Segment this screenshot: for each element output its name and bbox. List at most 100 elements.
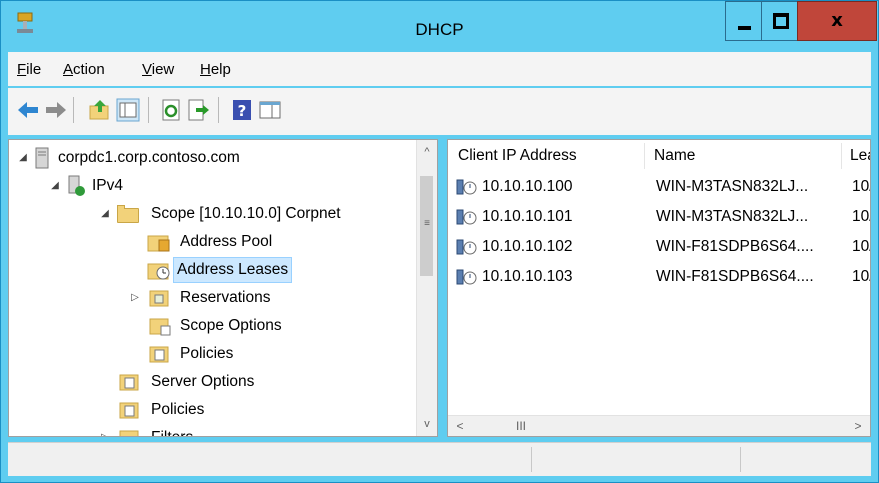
ipv4-icon — [68, 175, 85, 196]
tree-item-policies[interactable]: Policies — [9, 341, 409, 367]
lease-ip: 10.10.10.102 — [482, 238, 573, 255]
show-hide-tree-icon[interactable] — [116, 98, 140, 122]
lease-expiration: 10/ — [852, 238, 870, 255]
forward-arrow-icon[interactable] — [44, 98, 68, 122]
lease-expiration: 10/ — [852, 178, 870, 195]
title-bar[interactable]: DHCP x — [1, 1, 878, 51]
table-row[interactable]: 10.10.10.103 WIN-F81SDPB6S64.... 10/ — [448, 262, 870, 292]
status-divider — [740, 447, 741, 472]
lease-name: WIN-F81SDPB6S64.... — [656, 268, 814, 285]
tree-item-label: Scope Options — [180, 317, 282, 334]
server-options-icon — [119, 374, 139, 391]
scroll-down-icon[interactable]: v — [417, 414, 437, 434]
tree-item-address-pool[interactable]: Address Pool — [9, 229, 409, 255]
column-header-name[interactable]: Name — [648, 143, 838, 169]
lease-name: WIN-M3TASN832LJ... — [656, 178, 809, 195]
menu-bar: File Action View Help — [8, 52, 871, 86]
tree-item-scope-options[interactable]: Scope Options — [9, 313, 409, 339]
tree-item-scope[interactable]: ◢ Scope [10.10.10.0] Corpnet — [9, 201, 409, 227]
lease-ip: 10.10.10.100 — [482, 178, 573, 195]
expander-closed-icon[interactable]: ▷ — [99, 425, 111, 436]
tree-item-label: Address Pool — [180, 233, 273, 250]
table-row[interactable]: 10.10.10.101 WIN-M3TASN832LJ... 10/ — [448, 202, 870, 232]
close-button[interactable]: x — [797, 1, 877, 41]
toolbar: ? — [8, 88, 871, 135]
column-divider[interactable] — [644, 143, 645, 169]
tree-vertical-scrollbar[interactable]: ^ ≡ v — [416, 140, 437, 436]
toolbar-separator — [73, 97, 74, 123]
lease-client-icon — [456, 269, 477, 285]
policies-icon — [119, 402, 139, 419]
column-divider[interactable] — [841, 143, 842, 169]
filters-icon — [119, 430, 139, 436]
address-leases-icon — [147, 263, 170, 280]
scroll-left-icon[interactable]: < — [450, 416, 470, 436]
back-arrow-icon[interactable] — [16, 98, 40, 122]
menu-action[interactable]: Action — [63, 61, 105, 78]
tree-item-label: Policies — [180, 345, 234, 362]
tree-item-server-options[interactable]: Server Options — [9, 369, 409, 395]
refresh-icon[interactable] — [160, 98, 184, 122]
console-tree[interactable]: ◢ corpdc1.corp.contoso.com ◢ IPv4 ◢ Scop… — [8, 139, 438, 437]
dhcp-window: DHCP x File Action View Help ? ◢ corpdc1… — [0, 0, 879, 483]
tree-item-policies-server[interactable]: Policies — [9, 397, 409, 423]
lease-name: WIN-M3TASN832LJ... — [656, 208, 809, 225]
lease-expiration: 10/ — [852, 268, 870, 285]
server-icon — [35, 147, 49, 169]
tree-item-label: Policies — [151, 401, 205, 418]
reservations-icon — [149, 290, 169, 307]
tree-item-label: Filters — [148, 425, 196, 436]
expander-open-icon[interactable]: ◢ — [49, 173, 61, 199]
lease-client-icon — [456, 239, 477, 255]
expander-open-icon[interactable]: ◢ — [99, 201, 111, 227]
lease-ip: 10.10.10.101 — [482, 208, 573, 225]
address-leases-list[interactable]: Client IP Address Name Lea 10.10.10.100 … — [447, 139, 871, 437]
address-pool-icon — [147, 235, 170, 252]
tree-item-label: Scope [10.10.10.0] Corpnet — [151, 205, 341, 222]
tree-item-label: Reservations — [180, 289, 271, 306]
list-horizontal-scrollbar[interactable]: < III > — [448, 415, 870, 436]
tree-item-label: corpdc1.corp.contoso.com — [58, 149, 240, 166]
tree-item-label: IPv4 — [92, 177, 124, 194]
up-folder-icon[interactable] — [88, 98, 112, 122]
tree-item-server[interactable]: ◢ corpdc1.corp.contoso.com — [9, 145, 409, 171]
close-icon: x — [831, 10, 843, 31]
scroll-up-icon[interactable]: ^ — [417, 142, 437, 162]
column-header-lease[interactable]: Lea — [844, 143, 870, 169]
table-row[interactable]: 10.10.10.100 WIN-M3TASN832LJ... 10/ — [448, 172, 870, 202]
tree-item-label: Server Options — [151, 373, 255, 390]
properties-icon[interactable] — [258, 98, 282, 122]
tree-item-filters[interactable]: ▷ Filters — [9, 425, 409, 436]
tree-item-reservations[interactable]: ▷ Reservations — [9, 285, 409, 311]
menu-file[interactable]: File — [17, 61, 41, 78]
scroll-grip-icon: ≡ — [424, 218, 430, 229]
help-icon[interactable]: ? — [230, 98, 254, 122]
tree-item-label: Address Leases — [173, 257, 293, 283]
status-bar — [8, 442, 871, 476]
toolbar-separator — [218, 97, 219, 123]
minimize-button[interactable] — [725, 1, 762, 41]
menu-view[interactable]: View — [142, 61, 174, 78]
policies-icon — [149, 346, 169, 363]
folder-icon — [117, 205, 139, 223]
scroll-grip-icon: III — [516, 419, 527, 433]
lease-client-icon — [456, 179, 477, 195]
export-list-icon[interactable] — [186, 98, 210, 122]
lease-ip: 10.10.10.103 — [482, 268, 573, 285]
column-header-client-ip[interactable]: Client IP Address — [452, 143, 642, 169]
tree-item-address-leases[interactable]: Address Leases — [9, 257, 409, 283]
scroll-right-icon[interactable]: > — [848, 416, 868, 436]
maximize-button[interactable] — [761, 1, 798, 41]
lease-name: WIN-F81SDPB6S64.... — [656, 238, 814, 255]
expander-open-icon[interactable]: ◢ — [17, 145, 29, 171]
lease-expiration: 10/ — [852, 208, 870, 225]
scope-options-icon — [149, 318, 171, 336]
svg-text:?: ? — [238, 102, 247, 120]
menu-help[interactable]: Help — [200, 61, 231, 78]
table-row[interactable]: 10.10.10.102 WIN-F81SDPB6S64.... 10/ — [448, 232, 870, 262]
tree-item-ipv4[interactable]: ◢ IPv4 — [9, 173, 409, 199]
status-divider — [531, 447, 532, 472]
lease-client-icon — [456, 209, 477, 225]
expander-closed-icon[interactable]: ▷ — [129, 285, 141, 311]
toolbar-separator — [148, 97, 149, 123]
